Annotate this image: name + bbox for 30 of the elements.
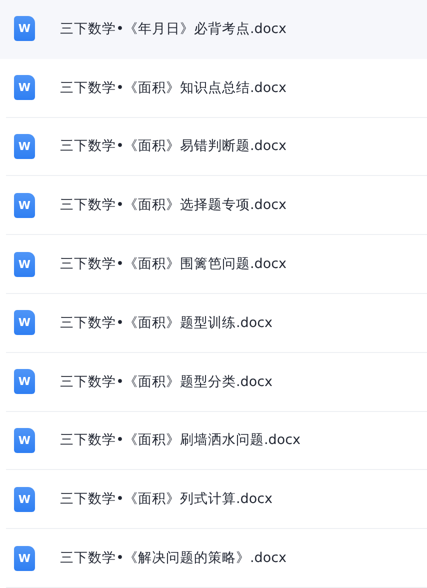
file-row[interactable]: W 三下数学•《面积》列式计算.docx [6,470,427,530]
file-name: 三下数学•《面积》题型训练.docx [60,314,272,332]
file-row[interactable]: W 三下数学•《面积》围篱笆问题.docx [6,235,427,294]
file-name: 三下数学•《面积》题型分类.docx [60,372,272,391]
word-document-icon: W [14,546,35,571]
file-row[interactable]: W 三下数学•《面积》选择题专项.docx [6,176,427,236]
file-name: 三下数学•《解决问题的策略》.docx [60,549,286,568]
word-document-icon: W [14,134,35,159]
file-name: 三下数学•《面积》选择题专项.docx [60,196,286,214]
file-name: 三下数学•《面积》刷墙洒水问题.docx [60,431,300,450]
word-document-icon: W [14,310,35,336]
word-document-icon: W [14,192,35,218]
file-name: 三下数学•《面积》列式计算.docx [60,490,272,508]
file-row[interactable]: W 三下数学•《面积》刷墙洒水问题.docx [6,412,427,470]
word-document-icon: W [14,486,35,512]
word-document-icon: W [14,16,35,42]
word-document-icon: W [14,75,35,100]
file-row[interactable]: W 三下数学•《面积》题型训练.docx [6,294,427,353]
file-row[interactable]: W 三下数学•《面积》题型分类.docx [6,352,427,412]
word-document-icon: W [14,428,35,453]
file-row[interactable]: W 三下数学•《面积》易错判断题.docx [6,118,427,176]
file-row[interactable]: W 三下数学•《解决问题的策略》.docx [6,529,427,588]
file-row[interactable]: W 三下数学•《年月日》必背考点.docx [0,0,427,59]
file-name: 三下数学•《面积》围篱笆问题.docx [60,255,286,274]
file-name: 三下数学•《年月日》必背考点.docx [60,20,286,38]
file-row[interactable]: W 三下数学•《面积》知识点总结.docx [6,58,427,118]
word-document-icon: W [14,252,35,277]
file-name: 三下数学•《面积》易错判断题.docx [60,137,286,156]
file-name: 三下数学•《面积》知识点总结.docx [60,78,286,97]
word-document-icon: W [14,369,35,394]
